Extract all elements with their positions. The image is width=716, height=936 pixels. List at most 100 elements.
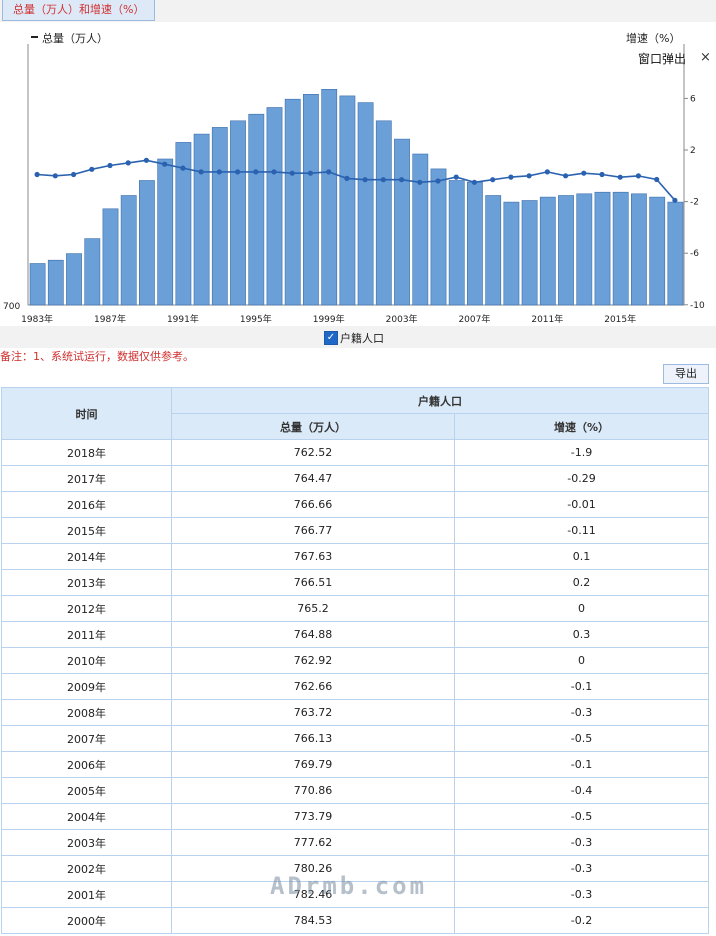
right-tick-label: -10 — [690, 301, 705, 311]
bar-1983[interactable] — [29, 263, 46, 306]
growth-point-1995[interactable] — [253, 169, 259, 175]
growth-point-1992[interactable] — [198, 169, 204, 175]
cell-time: 2015年 — [1, 517, 172, 544]
table-row: 2009年 762.66 -0.1 — [1, 673, 709, 700]
cell-time: 2004年 — [1, 803, 172, 830]
bar-1999[interactable] — [321, 89, 338, 306]
bar-1993[interactable] — [211, 127, 228, 306]
bar-2012[interactable] — [558, 195, 574, 306]
bar-2009[interactable] — [503, 201, 520, 306]
growth-point-1993[interactable] — [216, 169, 222, 175]
growth-point-2002[interactable] — [380, 177, 386, 183]
bar-2016[interactable] — [630, 193, 647, 306]
bar-2014[interactable] — [594, 191, 611, 306]
growth-point-1988[interactable] — [125, 160, 131, 166]
bar-1995[interactable] — [248, 113, 265, 306]
growth-point-2005[interactable] — [435, 178, 441, 184]
growth-point-2014[interactable] — [599, 171, 605, 178]
growth-point-1984[interactable] — [52, 173, 58, 179]
bar-1987[interactable] — [102, 208, 119, 306]
cell-growth: -0.11 — [454, 517, 709, 544]
bar-1984[interactable] — [47, 259, 64, 306]
cell-growth: 0 — [454, 595, 709, 622]
bar-2017[interactable] — [649, 196, 666, 306]
growth-point-2016[interactable] — [635, 173, 642, 179]
right-tick-label: 6 — [690, 94, 696, 104]
cell-total: 764.47 — [171, 465, 455, 492]
growth-point-2018[interactable] — [672, 197, 678, 203]
growth-point-2003[interactable] — [399, 177, 405, 183]
growth-point-1998[interactable] — [307, 170, 313, 176]
bar-2005[interactable] — [430, 168, 447, 306]
bar-2008[interactable] — [485, 195, 502, 306]
cell-total: 763.72 — [171, 699, 455, 726]
bar-2015[interactable] — [612, 191, 629, 306]
growth-point-2015[interactable] — [617, 174, 623, 180]
growth-point-2017[interactable] — [654, 176, 660, 183]
bar-1990[interactable] — [157, 158, 174, 306]
cell-growth: 0.1 — [454, 543, 709, 570]
legend-checkbox[interactable]: ✓ — [324, 331, 338, 345]
table-row: 2007年 766.13 -0.5 — [1, 725, 709, 752]
growth-point-1994[interactable] — [235, 169, 241, 175]
bar-1998[interactable] — [302, 94, 319, 306]
bar-2002[interactable] — [375, 120, 392, 306]
table-row: 2011年 764.88 0.3 — [1, 621, 709, 648]
bar-2018[interactable] — [667, 201, 684, 306]
growth-point-1996[interactable] — [271, 169, 277, 175]
growth-point-1997[interactable] — [289, 170, 295, 176]
growth-point-2012[interactable] — [563, 173, 569, 179]
cell-total: 762.66 — [171, 673, 455, 700]
cell-time: 2006年 — [1, 751, 172, 778]
growth-point-2009[interactable] — [508, 174, 514, 180]
growth-point-1999[interactable] — [326, 169, 332, 175]
growth-point-1985[interactable] — [71, 171, 77, 178]
growth-point-2008[interactable] — [490, 177, 496, 183]
growth-point-2001[interactable] — [362, 177, 368, 183]
bar-2001[interactable] — [357, 102, 374, 306]
growth-point-1987[interactable] — [107, 162, 113, 169]
bar-1986[interactable] — [84, 238, 101, 306]
x-tick-label: 2011年 — [531, 313, 563, 325]
left-axis-title: 总量（万人） — [42, 31, 108, 45]
bar-2003[interactable] — [394, 138, 410, 306]
bar-2010[interactable] — [521, 200, 538, 306]
bar-1992[interactable] — [193, 133, 210, 306]
bar-1994[interactable] — [230, 120, 246, 306]
tab-total-and-growth[interactable]: 总量（万人）和增速（%） — [2, 0, 156, 21]
close-icon[interactable]: × — [700, 50, 711, 65]
growth-point-2006[interactable] — [453, 174, 459, 180]
legend: ✓ 户籍人口 — [324, 330, 384, 346]
bar-2006[interactable] — [448, 180, 465, 306]
bar-1997[interactable] — [284, 98, 301, 306]
growth-point-2010[interactable] — [526, 173, 532, 179]
growth-point-1990[interactable] — [162, 161, 168, 167]
bar-2011[interactable] — [539, 196, 556, 306]
table-row: 2000年 784.53 -0.2 — [1, 907, 709, 934]
cell-total: 773.79 — [171, 803, 455, 830]
bar-2007[interactable] — [466, 181, 483, 306]
x-tick-label: 1999年 — [313, 313, 345, 325]
bar-2004[interactable] — [412, 153, 429, 306]
growth-point-1989[interactable] — [143, 157, 149, 163]
bar-1988[interactable] — [120, 195, 137, 306]
cell-growth: -0.3 — [454, 855, 709, 882]
bar-2000[interactable] — [339, 95, 356, 306]
growth-point-2013[interactable] — [581, 170, 587, 176]
growth-point-2004[interactable] — [417, 179, 423, 185]
bar-1996[interactable] — [266, 107, 283, 306]
popup-window-button[interactable]: 窗口弹出 — [638, 50, 686, 67]
bar-1989[interactable] — [139, 180, 155, 306]
bar-1985[interactable] — [66, 253, 82, 306]
growth-point-1983[interactable] — [34, 171, 40, 178]
export-button[interactable]: 导出 — [663, 364, 709, 384]
cell-growth: -0.01 — [454, 491, 709, 518]
growth-point-1991[interactable] — [180, 165, 186, 171]
cell-time: 2009年 — [1, 673, 172, 700]
growth-point-2007[interactable] — [471, 179, 477, 185]
growth-point-2011[interactable] — [544, 169, 550, 175]
bar-2013[interactable] — [576, 193, 593, 306]
growth-point-2000[interactable] — [344, 175, 350, 181]
growth-point-1986[interactable] — [89, 166, 95, 172]
cell-time: 2002年 — [1, 855, 172, 882]
